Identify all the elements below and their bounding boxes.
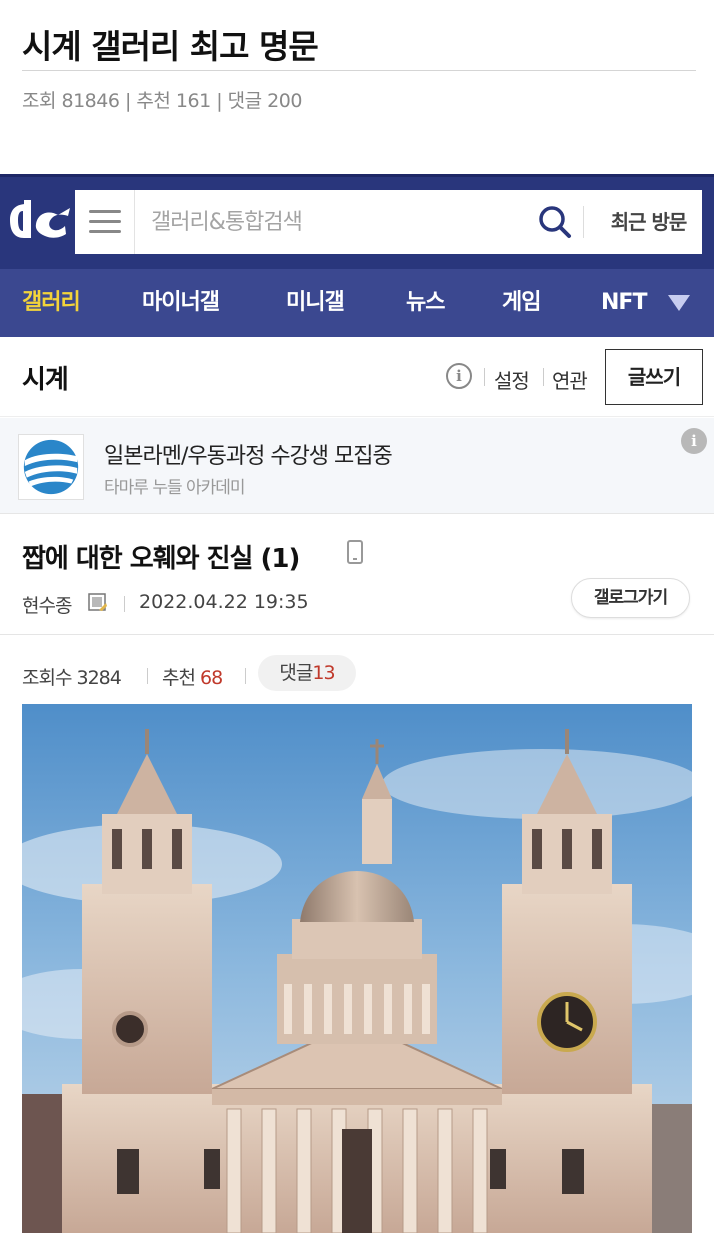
article-header: 짭에 대한 오훼와 진실 (1) 현수종 2022.04.22 19:35 갤로… [0,514,714,635]
nav-item-game[interactable]: 게임 [502,269,541,337]
ad-subtitle: 타마루 누들 아카데미 [104,478,246,498]
nav-item-mini-gallery[interactable]: 미니갤 [286,269,345,337]
comment-count-button[interactable]: 댓글13 [258,655,356,691]
write-button[interactable]: 글쓰기 [605,349,703,405]
article-title: 짭에 대한 오훼와 진실 (1) [22,544,300,574]
menu-button[interactable] [75,190,135,254]
separator [484,368,485,386]
search-divider [583,206,584,238]
search-input[interactable] [151,190,521,254]
views-count: 3284 [76,667,122,689]
post-title: 시계 갤러리 최고 명문 [22,27,319,66]
embedded-screenshot: 최근 방문 갤러리 마이너갤 미니갤 뉴스 게임 NFT 시계 i 설정 연관 … [0,174,714,1233]
mobile-post-icon [347,540,363,564]
dc-header: 최근 방문 [0,174,714,269]
author-nickname[interactable]: 현수종 [22,591,72,618]
gallery-info-icon[interactable]: i [446,363,472,389]
gallery-related-link[interactable]: 연관 [552,365,588,394]
search-icon[interactable] [537,204,573,240]
ad-info-icon[interactable]: i [681,428,707,454]
views-stat: 조회수 3284 [22,663,122,690]
comment-label: 댓글 [279,662,313,684]
ad-title[interactable]: 일본라멘/우동과정 수강생 모집중 [104,438,393,470]
nav-item-nft[interactable]: NFT [601,269,647,337]
nav-item-gallery[interactable]: 갤러리 [22,269,81,337]
nav-item-minor-gallery[interactable]: 마이너갤 [142,269,220,337]
recommend-stat: 추천 68 [162,663,223,690]
gallog-button[interactable]: 갤로그가기 [571,578,690,618]
post-meta: 조회 81846 | 추천 161 | 댓글 200 [22,90,302,112]
nav-expand-arrow-icon[interactable] [668,295,690,311]
gallery-name[interactable]: 시계 [22,359,69,396]
article-date: 2022.04.22 19:35 [139,591,309,613]
article-stats: 조회수 3284 추천 68 댓글13 [0,635,714,703]
cathedral-photo [22,704,692,1233]
ad-logo-icon [18,434,84,500]
title-divider [22,70,696,71]
fixed-nickname-icon [88,593,107,611]
header-topline [0,174,714,177]
recent-visit-button[interactable]: 최근 방문 [595,190,702,254]
comment-count: 13 [312,662,335,684]
separator [124,596,125,612]
search-box: 최근 방문 [75,190,702,254]
separator [147,668,148,684]
main-nav: 갤러리 마이너갤 미니갤 뉴스 게임 NFT [0,269,714,337]
gallery-settings-link[interactable]: 설정 [494,365,530,394]
gallery-bar: 시계 i 설정 연관 글쓰기 [0,337,714,417]
nav-item-news[interactable]: 뉴스 [406,269,445,337]
separator [245,668,246,684]
recommend-count: 68 [200,667,223,689]
recommend-label: 추천 [162,667,196,689]
views-label: 조회수 [22,667,72,689]
separator [543,368,544,386]
ad-banner[interactable]: 일본라멘/우동과정 수강생 모집중 타마루 누들 아카데미 i [0,418,714,514]
dc-logo-icon[interactable] [8,198,74,244]
